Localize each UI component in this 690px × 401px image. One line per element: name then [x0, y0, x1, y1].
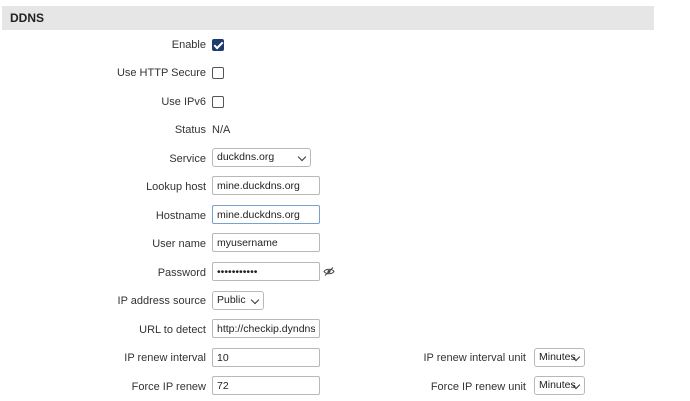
hostname-label: Hostname	[155, 210, 206, 222]
force-ip-renew-unit-select[interactable]: Minutes	[534, 376, 585, 395]
url-detect-input[interactable]	[212, 319, 320, 338]
ip-renew-interval-unit-select[interactable]: Minutes	[534, 348, 585, 367]
use-ipv6-label: Use IPv6	[161, 96, 206, 108]
user-name-label: User name	[152, 238, 206, 250]
status-value: N/A	[212, 124, 231, 136]
password-input[interactable]	[212, 262, 320, 281]
url-detect-label: URL to detect	[139, 324, 206, 336]
service-select-value: duckdns.org	[217, 151, 275, 163]
enable-label: Enable	[171, 39, 206, 51]
use-ipv6-checkbox[interactable]	[212, 96, 224, 108]
chevron-down-icon	[250, 295, 260, 305]
force-ip-renew-input[interactable]	[212, 376, 320, 395]
hostname-input[interactable]	[212, 205, 320, 224]
chevron-down-icon	[297, 152, 307, 162]
status-label: Status	[174, 124, 206, 136]
ip-renew-interval-unit-value: Minutes	[539, 351, 576, 363]
ip-source-select-value: Public	[217, 294, 246, 306]
eye-slash-icon[interactable]	[323, 267, 335, 276]
ip-source-label: IP address source	[117, 295, 206, 307]
lookup-host-label: Lookup host	[146, 181, 206, 193]
service-select[interactable]: duckdns.org	[212, 148, 311, 167]
ip-renew-interval-input[interactable]	[212, 348, 320, 367]
enable-checkbox[interactable]	[212, 39, 224, 51]
lookup-host-input[interactable]	[212, 176, 320, 195]
ip-renew-interval-label: IP renew interval	[124, 352, 206, 364]
ip-source-select[interactable]: Public	[212, 291, 264, 310]
ip-renew-interval-unit-label: IP renew interval unit	[423, 352, 526, 364]
use-https-label: Use HTTP Secure	[116, 67, 206, 79]
user-name-input[interactable]	[212, 233, 320, 252]
service-label: Service	[169, 153, 206, 165]
section-title: DDNS	[2, 6, 654, 30]
password-label: Password	[157, 267, 206, 279]
force-ip-renew-label: Force IP renew	[131, 381, 206, 393]
use-https-checkbox[interactable]	[212, 67, 224, 79]
force-ip-renew-unit-value: Minutes	[539, 379, 576, 391]
force-ip-renew-unit-label: Force IP renew unit	[430, 381, 526, 393]
